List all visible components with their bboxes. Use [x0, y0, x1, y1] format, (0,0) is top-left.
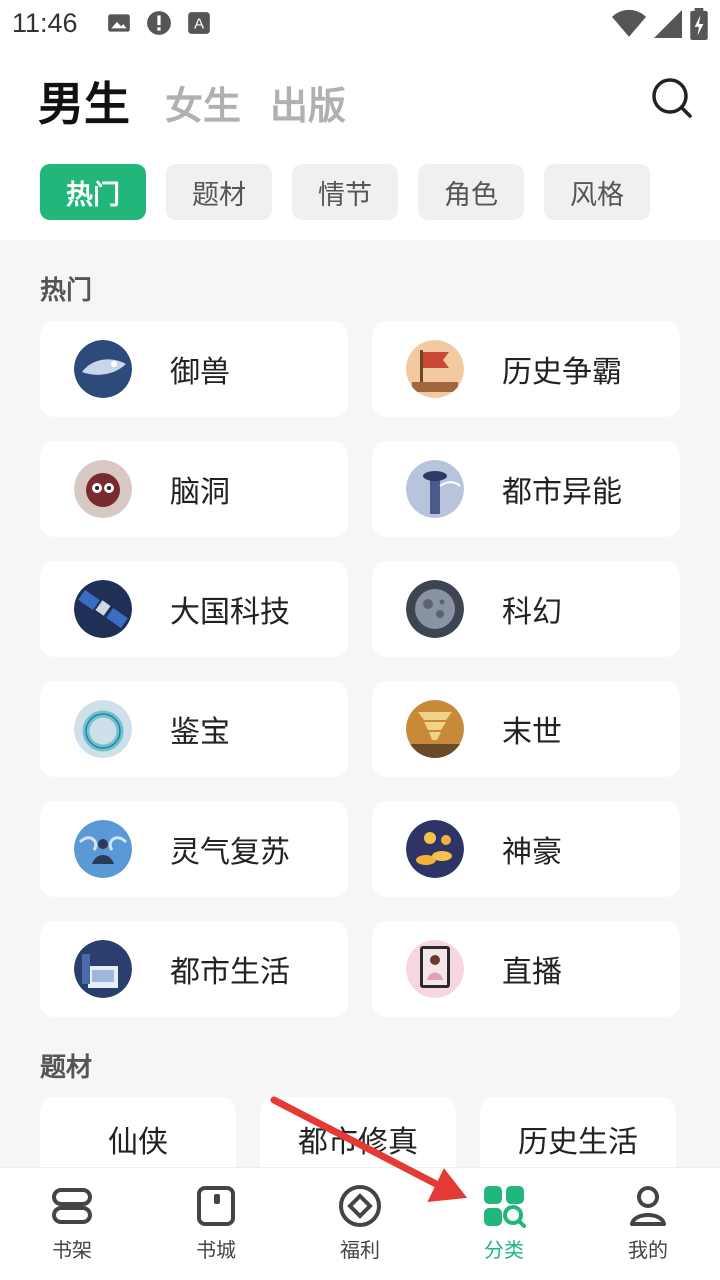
- beast-icon: [74, 340, 132, 398]
- bottom-nav: 书架 书城 福利 分类 我的: [0, 1167, 720, 1280]
- tornado-icon: [406, 700, 464, 758]
- chip-plot[interactable]: 情节: [292, 164, 398, 220]
- nav-bookshelf[interactable]: 书架: [0, 1168, 144, 1280]
- gold-coins-icon: [406, 820, 464, 878]
- category-icon: [484, 1186, 526, 1228]
- image-icon: [108, 14, 130, 32]
- theme-item[interactable]: 历史生活: [480, 1097, 676, 1177]
- a-icon: A: [188, 12, 210, 34]
- category-card[interactable]: 御兽: [40, 321, 348, 417]
- planet-icon: [406, 580, 464, 638]
- category-card[interactable]: 神豪: [372, 801, 680, 897]
- category-card[interactable]: 历史争霸: [372, 321, 680, 417]
- bookstore-icon: [197, 1186, 235, 1226]
- category-card[interactable]: 都市生活: [40, 921, 348, 1017]
- tower-icon: [406, 460, 464, 518]
- chip-style[interactable]: 风格: [544, 164, 650, 220]
- welfare-icon: [339, 1185, 381, 1227]
- livestream-icon: [406, 940, 464, 998]
- tab-publish[interactable]: 出版: [270, 75, 346, 130]
- chip-hot[interactable]: 热门: [40, 164, 146, 220]
- nav-welfare[interactable]: 福利: [288, 1168, 432, 1280]
- status-bar: 11:46 A: [0, 0, 720, 48]
- category-card[interactable]: 末世: [372, 681, 680, 777]
- header: 男生 女生 出版 热门 题材 情节 角色 风格: [0, 48, 720, 240]
- alert-icon: [147, 11, 171, 35]
- flag-icon: [406, 340, 464, 398]
- profile-icon: [630, 1186, 666, 1226]
- jade-ring-icon: [74, 700, 132, 758]
- category-card[interactable]: 灵气复苏: [40, 801, 348, 897]
- category-card[interactable]: 大国科技: [40, 561, 348, 657]
- battery-icon: [690, 8, 708, 40]
- bookshelf-icon: [52, 1188, 92, 1224]
- category-card[interactable]: 都市异能: [372, 441, 680, 537]
- section-title-hot: 热门: [40, 276, 93, 306]
- chip-theme[interactable]: 题材: [166, 164, 272, 220]
- theme-item[interactable]: 都市修真: [260, 1097, 456, 1177]
- tab-male[interactable]: 男生: [38, 68, 130, 134]
- category-card[interactable]: 鉴宝: [40, 681, 348, 777]
- svg-text:A: A: [194, 15, 205, 32]
- status-time: 11:46: [12, 8, 78, 38]
- nav-bookstore[interactable]: 书城: [144, 1168, 288, 1280]
- satellite-icon: [74, 580, 132, 638]
- signal-icon: [654, 10, 682, 38]
- brain-creature-icon: [74, 460, 132, 518]
- meditation-icon: [74, 820, 132, 878]
- tab-female[interactable]: 女生: [165, 75, 241, 130]
- hot-grid: 御兽 历史争霸 脑洞 都市异能 大国科技 科幻 鉴宝 末世 灵气复苏 神豪 都市…: [40, 321, 680, 1017]
- category-chips: 热门 题材 情节 角色 风格: [40, 164, 650, 220]
- category-card[interactable]: 直播: [372, 921, 680, 1017]
- wifi-icon: [612, 9, 646, 37]
- nav-category[interactable]: 分类: [432, 1168, 576, 1280]
- category-card[interactable]: 科幻: [372, 561, 680, 657]
- city-life-icon: [74, 940, 132, 998]
- search-icon[interactable]: [648, 74, 694, 120]
- section-title-theme: 题材: [40, 1053, 93, 1083]
- chip-role[interactable]: 角色: [418, 164, 524, 220]
- nav-profile[interactable]: 我的: [576, 1168, 720, 1280]
- category-card[interactable]: 脑洞: [40, 441, 348, 537]
- theme-item[interactable]: 仙侠: [40, 1097, 236, 1177]
- theme-row: 仙侠 都市修真 历史生活: [40, 1097, 676, 1177]
